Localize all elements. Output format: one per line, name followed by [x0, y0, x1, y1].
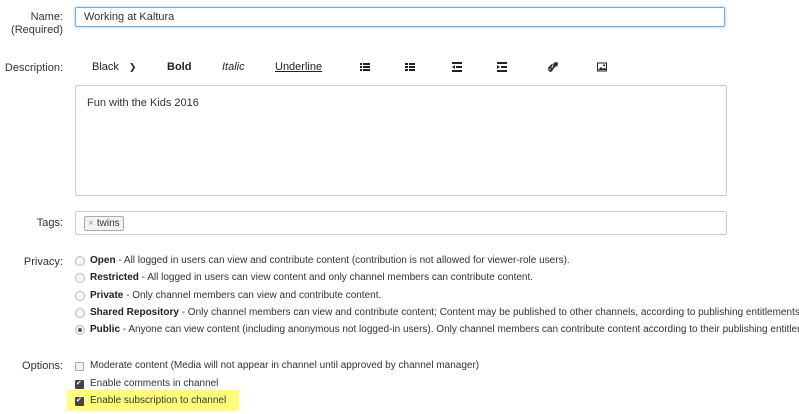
tags-input[interactable]: × twins: [75, 211, 727, 235]
privacy-title-open: Open: [90, 255, 116, 266]
enable-comments-label: Enable comments in channel: [90, 378, 219, 389]
font-color-dropdown[interactable]: Black ❯: [92, 58, 136, 76]
privacy-radio-public[interactable]: [75, 325, 85, 335]
font-color-value: Black: [92, 61, 119, 73]
underline-button[interactable]: Underline: [275, 58, 322, 76]
name-label: Name: (Required): [11, 11, 63, 37]
enable-subscription-checkbox[interactable]: [75, 395, 84, 407]
numbered-list-icon[interactable]: [405, 62, 415, 72]
name-label-text: Name:: [30, 11, 63, 23]
name-input[interactable]: [75, 7, 725, 27]
privacy-title-private: Private: [90, 290, 124, 301]
privacy-radio-shared-repository[interactable]: [75, 308, 85, 318]
outdent-icon[interactable]: [452, 62, 462, 72]
tag-text: twins: [96, 218, 120, 229]
enable-comments-checkbox[interactable]: [75, 378, 84, 390]
privacy-title-shared-repository: Shared Repository: [90, 307, 179, 318]
privacy-desc-open: - All logged in users can view and contr…: [115, 255, 570, 266]
tag-chip: × twins: [84, 216, 124, 231]
privacy-title-restricted: Restricted: [90, 272, 139, 283]
privacy-desc-restricted: - All logged in users can view content a…: [138, 272, 534, 283]
privacy-radio-restricted[interactable]: [75, 273, 85, 283]
description-text: Fun with the Kids 2016: [87, 97, 199, 109]
required-note: (Required): [11, 24, 63, 36]
privacy-label: Privacy:: [23, 256, 63, 268]
privacy-radio-open[interactable]: [75, 256, 85, 266]
bulleted-list-icon[interactable]: [360, 62, 370, 72]
privacy-desc-private: - Only channel members can view and cont…: [123, 290, 382, 301]
italic-button[interactable]: Italic: [222, 58, 245, 76]
privacy-title-public: Public: [90, 324, 121, 335]
editor-toolbar: Black ❯ Bold Italic Underline: [75, 58, 725, 76]
moderate-content-label: Moderate content (Media will not appear …: [90, 360, 480, 371]
enable-subscription-label: Enable subscription to channel: [90, 395, 227, 406]
moderate-content-checkbox[interactable]: [75, 362, 84, 371]
description-editor[interactable]: Fun with the Kids 2016: [75, 85, 727, 196]
bold-button[interactable]: Bold: [167, 58, 191, 76]
options-label: Options:: [22, 360, 63, 372]
privacy-desc-shared-repository: - Only channel members can view and cont…: [178, 307, 799, 318]
description-label: Description:: [4, 62, 63, 74]
tags-label: Tags:: [36, 217, 63, 229]
chevron-down-icon: ❯: [128, 62, 137, 72]
image-icon[interactable]: [597, 62, 607, 72]
remove-tag-icon[interactable]: ×: [88, 218, 94, 229]
privacy-radio-private[interactable]: [75, 291, 85, 301]
privacy-desc-public: - Anyone can view content (including ano…: [120, 324, 799, 335]
indent-icon[interactable]: [497, 62, 507, 72]
link-icon[interactable]: [548, 62, 558, 72]
